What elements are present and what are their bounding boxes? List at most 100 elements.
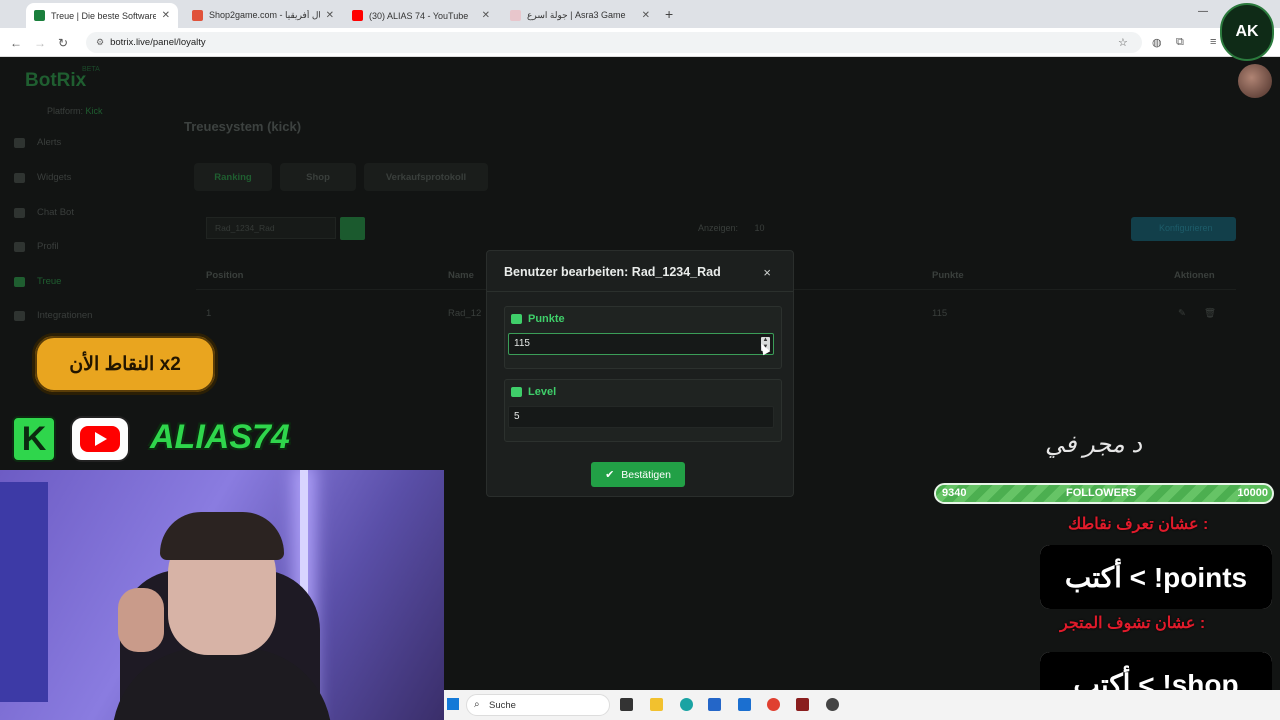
tab-title: جولة اسرع | Asra3 Game xyxy=(527,10,626,20)
close-tab-icon[interactable]: ✕ xyxy=(482,10,490,21)
points-field-group: Punkte 115 ▲ ▼ xyxy=(504,306,782,369)
tab-shop[interactable]: Shop xyxy=(280,163,356,191)
level-label: Level xyxy=(511,386,556,398)
trophy-icon xyxy=(14,276,25,287)
points-label-text: Punkte xyxy=(528,313,565,325)
outlook-icon[interactable] xyxy=(738,698,751,711)
url-field[interactable]: ⚙ botrix.live/panel/loyalty xyxy=(86,32,1142,53)
sidebar-item-label: Widgets xyxy=(37,172,72,183)
close-tab-icon[interactable]: ✕ xyxy=(162,10,170,21)
puzzle-icon[interactable]: ⧉ xyxy=(1176,36,1184,49)
close-tab-icon[interactable]: ✕ xyxy=(642,10,650,21)
sidebar-item-label: Profil xyxy=(37,241,59,252)
favicon-icon xyxy=(34,10,45,21)
windows-taskbar: ⌕ Suche xyxy=(444,690,1280,720)
tab-youtube[interactable]: (30) ALIAS 74 - YouTube ✕ xyxy=(344,3,498,28)
points-multiplier-badge: النقاط الأن x2 xyxy=(32,333,218,395)
edit-user-modal: Benutzer bearbeiten: Rad_1234_Rad × Punk… xyxy=(486,250,794,497)
bookmark-star-icon[interactable]: ☆ xyxy=(1118,36,1128,49)
minimize-icon[interactable]: — xyxy=(1198,6,1208,17)
site-info-icon[interactable]: ⚙ xyxy=(96,37,104,48)
points-value: 115 xyxy=(514,338,530,349)
new-tab-button[interactable]: + xyxy=(665,6,673,22)
tab-shop2game[interactable]: Shop2game.com - شمال أفريقيا ✕ xyxy=(184,3,342,28)
webcam-feed xyxy=(0,470,444,720)
followers-goal-bar: 9340 FOLLOWERS 10000 xyxy=(934,483,1274,504)
tab-ranking[interactable]: Ranking xyxy=(194,163,272,191)
configure-button[interactable]: Konfigurieren xyxy=(1131,217,1236,241)
reload-icon[interactable]: ↻ xyxy=(58,36,68,50)
calculator-icon[interactable] xyxy=(708,698,721,711)
level-label-text: Level xyxy=(528,386,557,398)
beta-badge: BETA xyxy=(82,66,100,73)
points-command-text: أكتب < !points xyxy=(1040,545,1272,609)
address-bar: ← → ↻ ⚙ botrix.live/panel/loyalty ☆ ◍ ⧉ … xyxy=(0,28,1280,57)
page-title: Treuesystem (kick) xyxy=(184,119,302,134)
menu-icon[interactable]: ≡ xyxy=(1210,36,1216,48)
check-icon: ✔ xyxy=(605,469,615,481)
forward-icon[interactable]: → xyxy=(34,36,46,50)
edit-icon[interactable]: ✎ xyxy=(1178,308,1186,319)
avatar[interactable] xyxy=(1238,64,1272,98)
edge-icon[interactable] xyxy=(680,698,693,711)
points-hint-text: عشان تعرف نقاطك : xyxy=(1068,516,1209,533)
tab-asra3[interactable]: جولة اسرع | Asra3 Game ✕ xyxy=(502,3,658,28)
extension-icon[interactable]: ◍ xyxy=(1152,36,1162,49)
followers-goal: 10000 xyxy=(1237,487,1268,499)
search-button[interactable] xyxy=(340,217,365,240)
confirm-button[interactable]: ✔ Bestätigen xyxy=(591,462,685,487)
tab-verkaufsprotokoll[interactable]: Verkaufsprotokoll xyxy=(364,163,488,191)
points-label: Punkte xyxy=(511,313,565,325)
platform-indicator: Platform: Kick xyxy=(47,106,103,116)
favicon-icon xyxy=(192,10,203,21)
task-view-icon[interactable] xyxy=(620,698,633,711)
sidebar-item-treue[interactable]: Treue xyxy=(14,276,61,287)
kick-icon: K xyxy=(12,416,56,462)
plug-icon xyxy=(14,310,25,321)
points-input[interactable]: 115 ▲ ▼ xyxy=(508,333,774,355)
level-input[interactable]: 5 xyxy=(508,406,774,428)
sidebar-item-label: Treue xyxy=(37,276,62,287)
close-tab-icon[interactable]: ✕ xyxy=(326,10,334,21)
browser-tab-bar: Treue | Die beste Software zur O ✕ Shop2… xyxy=(0,0,1280,28)
points-badge-text: النقاط الأن x2 xyxy=(69,353,181,375)
windows-start-icon[interactable] xyxy=(447,698,459,710)
obs-icon[interactable] xyxy=(826,698,839,711)
user-search-input[interactable]: Rad_1234_Rad xyxy=(206,217,336,239)
taskbar-search[interactable]: ⌕ Suche xyxy=(466,694,610,716)
webcam-hand xyxy=(118,588,164,652)
row-points: 115 xyxy=(932,308,948,319)
sidebar-item-label: Integrationen xyxy=(37,310,93,321)
youtube-logo-icon xyxy=(70,416,130,462)
file-explorer-icon[interactable] xyxy=(650,698,663,711)
partial-arabic-text: د مجر في xyxy=(1045,431,1143,458)
botrix-logo: BotRix xyxy=(25,70,87,91)
tab-treue[interactable]: Treue | Die beste Software zur O ✕ xyxy=(26,3,178,28)
alert-icon xyxy=(14,137,25,148)
close-icon[interactable]: × xyxy=(763,265,771,280)
show-label: Anzeigen: xyxy=(698,223,739,233)
back-icon[interactable]: ← xyxy=(10,36,22,50)
points-command-box: أكتب < !points xyxy=(1040,545,1272,609)
sidebar-item-profil[interactable]: Profil xyxy=(14,241,59,252)
chrome-icon[interactable] xyxy=(767,698,780,711)
sidebar-item-chatbot[interactable]: Chat Bot xyxy=(14,207,74,218)
delete-icon[interactable]: 🗑 xyxy=(1204,308,1216,319)
modal-divider xyxy=(487,291,793,292)
search-icon: ⌕ xyxy=(474,699,480,710)
show-entries[interactable]: Anzeigen: 10 xyxy=(698,223,765,233)
tab-title: (30) ALIAS 74 - YouTube xyxy=(369,10,469,21)
confirm-label: Bestätigen xyxy=(621,468,671,481)
row-name: Rad_12 xyxy=(448,308,482,319)
profile-icon xyxy=(14,241,25,252)
sidebar-item-integrationen[interactable]: Integrationen xyxy=(14,310,92,321)
sidebar-item-alerts[interactable]: Alerts xyxy=(14,137,61,148)
coins-icon xyxy=(511,314,522,324)
app-icon[interactable] xyxy=(796,698,809,711)
row-position: 1 xyxy=(206,308,212,319)
sidebar-item-widgets[interactable]: Widgets xyxy=(14,172,71,183)
level-value: 5 xyxy=(514,411,520,422)
followers-current: 9340 xyxy=(942,487,967,499)
sidebar-item-label: Alerts xyxy=(37,137,62,148)
platform-label: Platform: xyxy=(47,106,84,116)
